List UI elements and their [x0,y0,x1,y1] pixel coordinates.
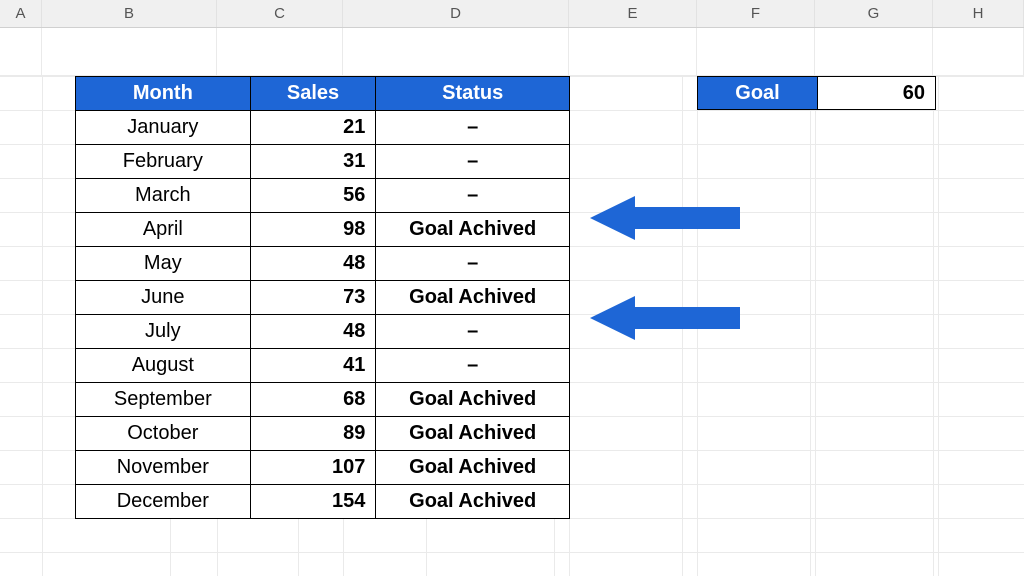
column-header[interactable]: A [0,0,42,27]
cell-sales[interactable]: 21 [251,111,377,145]
column-header[interactable]: D [343,0,569,27]
cell-sales[interactable]: 154 [251,485,377,519]
cell-status[interactable]: – [376,247,570,281]
table-row: July 48 – [76,315,570,349]
table-row: March 56 – [76,179,570,213]
cell[interactable] [815,28,933,76]
header-month[interactable]: Month [76,77,251,111]
table-row: May 48 – [76,247,570,281]
spreadsheet-viewport: A B C D E F G H // placeholder comment –… [0,0,1024,576]
cell-month[interactable]: August [76,349,251,383]
cell-month[interactable]: December [76,485,251,519]
cell-status[interactable]: – [376,111,570,145]
cell-status[interactable]: Goal Achived [376,213,570,247]
goal-label[interactable]: Goal [698,77,818,109]
cell-month[interactable]: October [76,417,251,451]
table-row: October 89 Goal Achived [76,417,570,451]
table-row: June 73 Goal Achived [76,281,570,315]
arrow-left-icon [590,296,740,340]
cell-month[interactable]: July [76,315,251,349]
cell-sales[interactable]: 73 [251,281,377,315]
arrow-left-icon [590,196,740,240]
cell-status[interactable]: – [376,315,570,349]
cell-sales[interactable]: 68 [251,383,377,417]
cell-sales[interactable]: 41 [251,349,377,383]
sales-table: Month Sales Status January 21 – February… [75,76,570,519]
cell[interactable] [343,28,569,76]
table-row: January 21 – [76,111,570,145]
cell-status[interactable]: Goal Achived [376,485,570,519]
header-sales[interactable]: Sales [251,77,377,111]
column-header[interactable]: F [697,0,815,27]
column-header[interactable]: C [217,0,343,27]
cell-sales[interactable]: 31 [251,145,377,179]
cell-status[interactable]: Goal Achived [376,417,570,451]
cell-month[interactable]: January [76,111,251,145]
cell[interactable] [0,28,42,76]
cell-month[interactable]: June [76,281,251,315]
table-row: February 31 – [76,145,570,179]
cell[interactable] [569,28,697,76]
cell[interactable] [217,28,343,76]
cell[interactable] [933,28,1024,76]
cell-status[interactable]: Goal Achived [376,383,570,417]
cell-sales[interactable]: 56 [251,179,377,213]
table-row: August 41 – [76,349,570,383]
table-row: April 98 Goal Achived [76,213,570,247]
cell[interactable] [697,28,815,76]
cell-status[interactable]: – [376,179,570,213]
cell-sales[interactable]: 48 [251,315,377,349]
cell-month[interactable]: November [76,451,251,485]
cell-status[interactable]: – [376,349,570,383]
cell-sales[interactable]: 89 [251,417,377,451]
cell-status[interactable]: – [376,145,570,179]
cell-month[interactable]: March [76,179,251,213]
column-header[interactable]: B [42,0,217,27]
cell-status[interactable]: Goal Achived [376,451,570,485]
cell-status[interactable]: Goal Achived [376,281,570,315]
cell-sales[interactable]: 98 [251,213,377,247]
grid-body[interactable]: // placeholder comment – real rows rende… [0,28,1024,76]
goal-value[interactable]: 60 [818,77,936,109]
cell-month[interactable]: February [76,145,251,179]
cell-sales[interactable]: 48 [251,247,377,281]
cell[interactable] [42,28,217,76]
column-header[interactable]: H [933,0,1024,27]
column-header[interactable]: G [815,0,933,27]
cell-month[interactable]: September [76,383,251,417]
cell-month[interactable]: May [76,247,251,281]
table-row: November 107 Goal Achived [76,451,570,485]
goal-box: Goal 60 [697,76,936,110]
column-header[interactable]: E [569,0,697,27]
table-row: December 154 Goal Achived [76,485,570,519]
column-header-row: A B C D E F G H [0,0,1024,28]
cell-month[interactable]: April [76,213,251,247]
table-header-row: Month Sales Status [76,77,570,111]
cell-sales[interactable]: 107 [251,451,377,485]
header-status[interactable]: Status [376,77,570,111]
table-row: September 68 Goal Achived [76,383,570,417]
